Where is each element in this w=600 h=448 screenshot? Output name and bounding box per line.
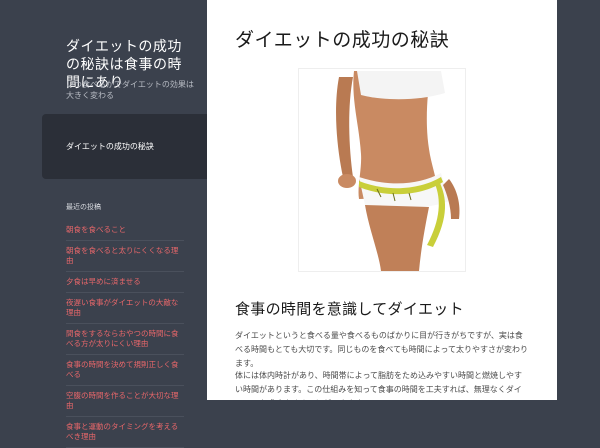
recent-post-link[interactable]: 空腹の時間を作ることが大切な理由 [66,391,179,410]
recent-post-item: 夜遅い食事がダイエットの大敵な理由 [66,293,184,324]
recent-post-item: 朝食を食べること [66,220,184,241]
body-paragraph: ダイエットというと食べる量や食べるものばかりに目が行きがちですが、実は食べる時間… [235,331,529,368]
recent-post-item: 朝食を食べると太りにくくなる理由 [66,241,184,272]
recent-post-link[interactable]: 朝食を食べること [66,225,126,234]
measuring-tape-waist-photo [299,69,465,271]
recent-post-link[interactable]: 間食をするならおやつの時間に食べる方が太りにくい理由 [66,329,179,348]
site-description: いつ食べるかでダイエットの効果は大きく変わる [66,80,194,100]
recent-posts-list: 朝食を食べること 朝食を食べると太りにくくなる理由 夕食は早めに済ませる 夜遅い… [66,220,184,448]
section-heading: 食事の時間を意識してダイエット [235,300,464,318]
main-content: ダイエットの成功の秘訣 食事の時間を意識してダイエット ダイエットというと食べる… [207,0,557,400]
recent-post-item: 間食をするならおやつの時間に食べる方が太りにくい理由 [66,324,184,355]
recent-post-link[interactable]: 食事と運動のタイミングを考えるべき理由 [66,422,178,441]
recent-post-link[interactable]: 夜遅い食事がダイエットの大敵な理由 [66,298,178,317]
recent-post-link[interactable]: 朝食を食べると太りにくくなる理由 [66,246,178,265]
post-title: ダイエットの成功の秘訣 [235,29,450,51]
widget-title: 最近の投稿 [66,203,101,211]
page-background-right [557,0,600,400]
recent-post-item: 食事と運動のタイミングを考えるべき理由 [66,417,184,448]
recent-post-item: 夕食は早めに済ませる [66,272,184,293]
recent-post-item: 食事の時間を決めて規則正しく食べる [66,355,184,386]
sidebar-nav-panel: ダイエットの成功の秘訣 [42,114,207,179]
recent-post-link[interactable]: 夕食は早めに済ませる [66,277,141,286]
post-image [298,68,466,272]
sidebar: ダイエットの成功の秘訣は食事の時間にあり いつ食べるかでダイエットの効果は大きく… [0,0,207,448]
sidebar-nav-item[interactable]: ダイエットの成功の秘訣 [66,142,196,152]
recent-post-link[interactable]: 食事の時間を決めて規則正しく食べる [66,360,179,379]
recent-post-item: 空腹の時間を作ることが大切な理由 [66,386,184,417]
body-paragraph: 体には体内時計があり、時間帯によって脂肪をため込みやすい時間と燃焼しやすい時間が… [235,371,522,400]
